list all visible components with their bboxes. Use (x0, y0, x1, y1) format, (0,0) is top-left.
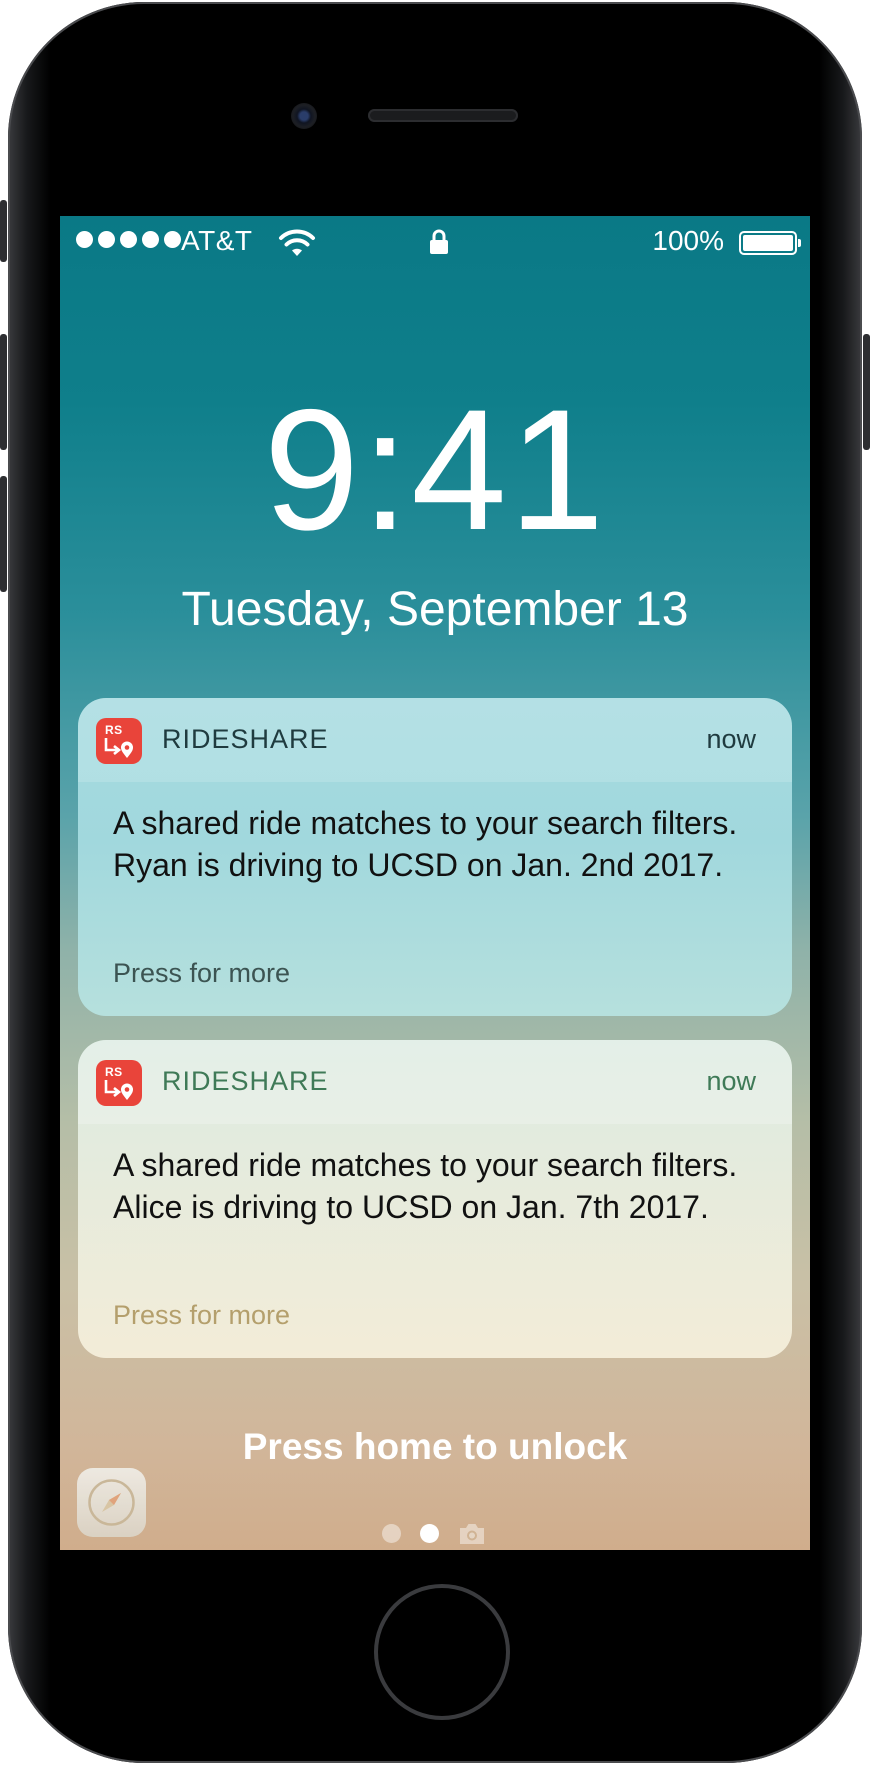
volume-down-button (0, 476, 7, 592)
notification-message: A shared ride matches to your search fil… (113, 1147, 738, 1225)
page-dot (382, 1524, 401, 1543)
front-camera (291, 103, 317, 129)
status-bar: AT&T 100% (60, 216, 810, 272)
wifi-icon (279, 229, 315, 256)
compass-icon (88, 1479, 135, 1526)
camera-icon[interactable] (458, 1522, 486, 1546)
lock-date: Tuesday, September 13 (181, 583, 689, 636)
notification-action-hint: Press for more (113, 1300, 291, 1330)
route-pin-icon (104, 1080, 133, 1100)
notification-card[interactable]: RS RIDESHARE now A shared ride matches t… (78, 698, 792, 1016)
notification-message: A shared ride matches to your search fil… (113, 805, 738, 883)
earpiece-speaker (368, 109, 518, 122)
battery-icon (739, 231, 801, 255)
app-icon-text: RS (105, 723, 123, 737)
mute-switch (0, 200, 7, 262)
signal-dots-icon (76, 231, 181, 248)
page-dot-active (420, 1524, 439, 1543)
battery-percent: 100% (652, 225, 724, 256)
notification-time: now (706, 1066, 756, 1096)
volume-up-button (0, 334, 7, 450)
notification-header: RS RIDESHARE now (78, 698, 792, 782)
notification-card[interactable]: RS RIDESHARE now A shared ride matches t… (78, 1040, 792, 1358)
rideshare-app-icon: RS (96, 718, 142, 764)
route-pin-icon (104, 738, 133, 758)
page-indicator (382, 1522, 502, 1546)
safari-icon[interactable] (77, 1468, 146, 1537)
notification-action-hint: Press for more (113, 958, 291, 988)
notification-time: now (706, 724, 756, 754)
rideshare-app-icon: RS (96, 1060, 142, 1106)
lock-icon (430, 229, 448, 254)
notification-app-name: RIDESHARE (162, 1066, 329, 1096)
home-button[interactable] (374, 1584, 510, 1720)
notification-app-name: RIDESHARE (162, 724, 329, 754)
lock-clock: 9:41 (263, 374, 607, 566)
notification-header: RS RIDESHARE now (78, 1040, 792, 1124)
power-button (863, 334, 870, 450)
carrier-name: AT&T (181, 225, 253, 256)
app-icon-text: RS (105, 1065, 123, 1079)
unlock-hint: Press home to unlock (242, 1426, 628, 1467)
lock-screen: AT&T 100% 9:41 Tuesday, September 13 RS (60, 216, 810, 1550)
